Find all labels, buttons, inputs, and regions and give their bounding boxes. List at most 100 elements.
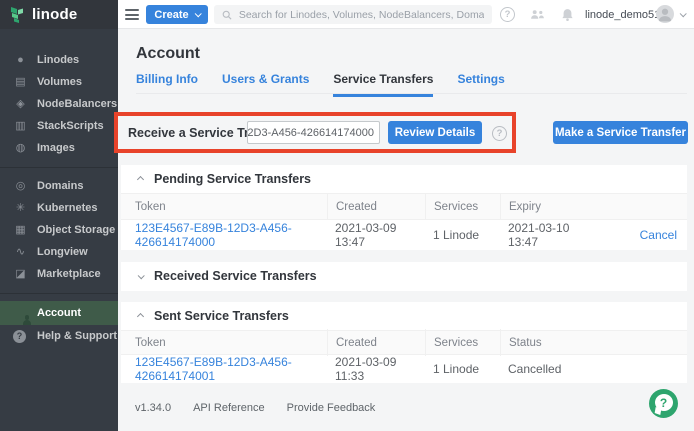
table-row: 123E4567-E89B-12D3-A456-426614174000 202… — [121, 220, 687, 250]
sidebar-item-longview[interactable]: ∿ Longview — [0, 241, 118, 263]
stackscripts-icon: ▥ — [13, 121, 28, 132]
sent-transfers-panel: Sent Service Transfers Token Created Ser… — [121, 302, 687, 383]
pending-expiry-cell: 2021-03-10 13:47 — [500, 221, 590, 249]
avatar[interactable] — [656, 5, 674, 23]
sidebar-item-object-storage[interactable]: ▦ Object Storage — [0, 219, 118, 241]
marketplace-icon: ◪ — [13, 269, 28, 280]
pending-transfers-header[interactable]: Pending Service Transfers — [121, 165, 687, 193]
top-bar: Create ? linode_demo512 — [118, 0, 694, 29]
sidebar-item-label: Account — [37, 307, 81, 319]
brand-name: linode — [32, 6, 77, 23]
make-service-transfer-button[interactable]: Make a Service Transfer — [553, 121, 688, 144]
receive-token-input[interactable]: 9B-12D3-A456-426614174000 — [247, 121, 380, 144]
help-widget-button[interactable]: ? — [649, 389, 678, 418]
sidebar-nav: ● Linodes ▤ Volumes ◈ NodeBalancers ▥ St… — [0, 29, 118, 347]
linodes-icon: ● — [13, 55, 28, 66]
images-icon: ◍ — [13, 143, 28, 154]
sidebar-item-label: Object Storage — [37, 224, 115, 236]
username-label: linode_demo512 — [585, 9, 666, 21]
pending-token-link[interactable]: 123E4567-E89B-12D3-A456-426614174000 — [135, 221, 292, 249]
footer: v1.34.0 API Reference Provide Feedback — [135, 402, 375, 414]
volumes-icon: ▤ — [13, 77, 28, 88]
pending-services-cell: 1 Linode — [425, 228, 500, 242]
linode-logo[interactable]: linode — [0, 0, 118, 29]
sidebar-item-label: Linodes — [37, 54, 79, 66]
sidebar-item-volumes[interactable]: ▤ Volumes — [0, 71, 118, 93]
sidebar-item-domains[interactable]: ◎ Domains — [0, 175, 118, 197]
help-support-icon: ? — [13, 330, 28, 343]
sidebar-item-label: Volumes — [37, 76, 82, 88]
section-title: Pending Service Transfers — [154, 172, 311, 186]
notifications-bell-icon[interactable] — [560, 7, 575, 22]
search-input[interactable] — [239, 9, 484, 21]
received-transfers-panel: Received Service Transfers — [121, 262, 687, 291]
api-reference-link[interactable]: API Reference — [193, 402, 265, 414]
column-header-services: Services — [425, 193, 500, 220]
sidebar-item-images[interactable]: ◍ Images — [0, 137, 118, 159]
sidebar-item-stackscripts[interactable]: ▥ StackScripts — [0, 115, 118, 137]
version-link[interactable]: v1.34.0 — [135, 402, 171, 414]
sidebar-item-label: Images — [37, 142, 75, 154]
username[interactable]: linode_demo512 — [585, 0, 666, 29]
create-button[interactable]: Create — [146, 5, 208, 24]
pending-transfers-panel: Pending Service Transfers Token Created … — [121, 165, 687, 250]
sidebar-item-label: Kubernetes — [37, 202, 98, 214]
sidebar-item-account[interactable]: Account — [0, 301, 118, 325]
sent-token-link[interactable]: 123E4567-E89B-12D3-A456-426614174001 — [135, 355, 292, 383]
question-mark-icon: ? — [655, 394, 673, 411]
kubernetes-icon: ✳ — [13, 203, 28, 214]
sidebar-item-marketplace[interactable]: ◪ Marketplace — [0, 263, 118, 285]
sidebar-item-label: Domains — [37, 180, 83, 192]
cancel-link[interactable]: Cancel — [640, 228, 677, 242]
search-bar[interactable] — [214, 5, 492, 24]
pending-created-cell: 2021-03-09 13:47 — [327, 221, 425, 249]
community-icon[interactable] — [530, 7, 545, 22]
sent-status-cell: Cancelled — [500, 362, 590, 376]
domains-icon: ◎ — [13, 181, 28, 192]
sent-table-header: Token Created Services Status — [121, 330, 687, 355]
section-title: Sent Service Transfers — [154, 309, 289, 323]
sidebar-item-label: NodeBalancers — [37, 98, 117, 110]
create-button-label: Create — [154, 9, 188, 21]
sidebar-item-linodes[interactable]: ● Linodes — [0, 49, 118, 71]
column-header-token: Token — [121, 337, 327, 349]
sidebar: linode ● Linodes ▤ Volumes ◈ NodeBalance… — [0, 0, 118, 431]
sidebar-item-kubernetes[interactable]: ✳ Kubernetes — [0, 197, 118, 219]
sidebar-item-label: Longview — [37, 246, 88, 258]
section-title: Received Service Transfers — [154, 269, 317, 283]
sent-services-cell: 1 Linode — [425, 362, 500, 376]
collapse-chevron-up-icon — [137, 175, 144, 182]
column-header-status: Status — [500, 329, 590, 356]
sidebar-item-help-support[interactable]: ? Help & Support — [0, 325, 118, 347]
sidebar-divider — [0, 293, 118, 294]
receive-help-icon[interactable]: ? — [492, 126, 507, 141]
longview-icon: ∿ — [13, 247, 28, 258]
sent-transfers-header[interactable]: Sent Service Transfers — [121, 302, 687, 330]
menu-icon[interactable] — [125, 9, 139, 20]
sidebar-item-label: Marketplace — [37, 268, 101, 280]
expand-chevron-down-icon — [138, 272, 145, 279]
page-title: Account — [136, 45, 200, 63]
pending-table-header: Token Created Services Expiry — [121, 193, 687, 220]
column-header-expiry: Expiry — [500, 193, 590, 220]
sidebar-item-label: StackScripts — [37, 120, 104, 132]
account-menu-chevron-icon[interactable] — [680, 10, 687, 17]
tab-bar-divider — [136, 93, 687, 94]
linode-logo-icon — [10, 6, 26, 23]
sidebar-divider — [0, 167, 118, 168]
column-header-created: Created — [327, 329, 425, 356]
received-transfers-header[interactable]: Received Service Transfers — [121, 262, 687, 290]
sent-created-cell: 2021-03-09 11:33 — [327, 355, 425, 383]
object-storage-icon: ▦ — [13, 225, 28, 236]
column-header-token: Token — [121, 201, 327, 213]
table-row: 123E4567-E89B-12D3-A456-426614174001 202… — [121, 355, 687, 383]
collapse-chevron-up-icon — [137, 312, 144, 319]
search-icon — [222, 9, 232, 21]
provide-feedback-link[interactable]: Provide Feedback — [287, 402, 376, 414]
column-header-services: Services — [425, 329, 500, 356]
help-icon[interactable]: ? — [500, 7, 515, 22]
review-details-button[interactable]: Review Details — [388, 121, 482, 144]
nodebalancers-icon: ◈ — [13, 99, 28, 110]
sidebar-item-nodebalancers[interactable]: ◈ NodeBalancers — [0, 93, 118, 115]
chevron-down-icon — [194, 10, 201, 17]
